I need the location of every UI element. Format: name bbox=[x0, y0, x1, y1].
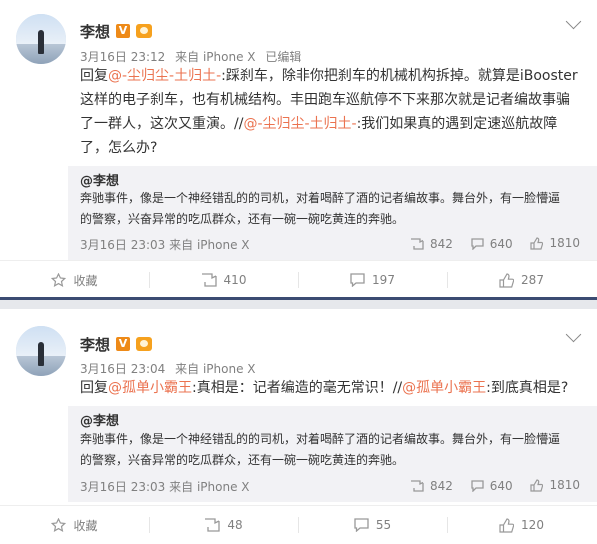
chevron-down-icon[interactable] bbox=[565, 326, 582, 343]
mention-link[interactable]: @孤单小霸王 bbox=[108, 380, 192, 396]
original-post[interactable]: @李想 奔驰事件，像是一个神经错乱的的司机，对着喝醉了酒的记者编故事。舞台外，有… bbox=[68, 166, 597, 260]
original-stats: 842 640 1810 bbox=[396, 236, 580, 253]
thumbs-up-icon bbox=[530, 236, 544, 250]
original-share-count: 842 bbox=[429, 236, 453, 251]
like-count: 287 bbox=[521, 273, 544, 287]
post-text: 回复@-尘归尘-土归土-:踩刹车，除非你把刹车的机械机构拆掉。就算是iBoost… bbox=[80, 64, 580, 160]
thumbs-up-icon bbox=[530, 478, 544, 492]
like-button[interactable]: 120 bbox=[447, 506, 596, 544]
post-time[interactable]: 3月16日 23:12 bbox=[80, 50, 165, 64]
share-icon bbox=[410, 237, 424, 250]
original-like[interactable]: 1810 bbox=[530, 236, 580, 250]
original-author[interactable]: @李想 bbox=[80, 170, 119, 189]
original-comment-count: 640 bbox=[489, 236, 513, 251]
comment-icon bbox=[350, 273, 365, 287]
thumbs-up-icon bbox=[499, 517, 515, 533]
favorite-button[interactable]: 收藏 bbox=[0, 506, 149, 544]
share-button[interactable]: 48 bbox=[149, 506, 298, 544]
vip-crown-icon bbox=[136, 337, 152, 351]
post-divider bbox=[0, 297, 597, 309]
avatar[interactable] bbox=[16, 14, 66, 64]
favorite-label: 收藏 bbox=[73, 273, 98, 288]
original-share[interactable]: 842 bbox=[410, 237, 453, 251]
share-count: 48 bbox=[227, 518, 243, 532]
reply-prefix: 回复 bbox=[80, 380, 108, 396]
verified-v-badge-icon: V bbox=[116, 24, 130, 38]
edited-label[interactable]: 已编辑 bbox=[265, 50, 301, 64]
comment-icon bbox=[354, 518, 369, 532]
original-meta: 3月16日 23:03 来自 iPhone X bbox=[80, 236, 250, 253]
post-source: 来自 iPhone X bbox=[175, 50, 256, 64]
post-time[interactable]: 3月16日 23:04 bbox=[80, 362, 165, 376]
action-bar: 收藏 410 197 287 bbox=[0, 260, 597, 299]
share-button[interactable]: 410 bbox=[149, 261, 298, 299]
vip-crown-icon bbox=[136, 24, 152, 38]
original-like-count: 1810 bbox=[549, 478, 580, 492]
original-share[interactable]: 842 bbox=[410, 479, 453, 493]
quoted-reply-body: :到底真相是? bbox=[486, 380, 569, 396]
original-comment-count: 640 bbox=[489, 478, 513, 493]
post-source: 来自 iPhone X bbox=[175, 362, 256, 376]
username[interactable]: 李想 bbox=[80, 21, 110, 42]
favorite-label: 收藏 bbox=[73, 518, 98, 533]
like-button[interactable]: 287 bbox=[447, 261, 596, 299]
original-stats: 842 640 1810 bbox=[396, 478, 580, 495]
share-icon bbox=[201, 273, 217, 287]
repost-separator: // bbox=[392, 380, 403, 396]
star-icon bbox=[51, 273, 67, 287]
original-comment[interactable]: 640 bbox=[471, 237, 513, 251]
original-meta: 3月16日 23:03 来自 iPhone X bbox=[80, 478, 250, 495]
thumbs-up-icon bbox=[499, 272, 515, 288]
share-count: 410 bbox=[223, 273, 247, 287]
post-meta: 3月16日 23:04 来自 iPhone X bbox=[80, 360, 262, 377]
action-bar: 收藏 48 55 120 bbox=[0, 505, 597, 544]
original-like-count: 1810 bbox=[549, 236, 580, 250]
username[interactable]: 李想 bbox=[80, 334, 110, 355]
comment-icon bbox=[471, 237, 484, 250]
reply-prefix: 回复 bbox=[80, 68, 108, 84]
post-text: 回复@孤单小霸王:真相是：记者编造的毫无常识！//@孤单小霸王:到底真相是? bbox=[80, 376, 580, 400]
favorite-button[interactable]: 收藏 bbox=[0, 261, 149, 299]
mention-link[interactable]: @-尘归尘-土归土- bbox=[108, 68, 221, 84]
comment-icon bbox=[471, 479, 484, 492]
original-text: 奔驰事件，像是一个神经错乱的的司机，对着喝醉了酒的记者编故事。舞台外，有一脸懵逼… bbox=[80, 432, 561, 467]
original-source: 来自 iPhone X bbox=[169, 480, 250, 494]
original-source: 来自 iPhone X bbox=[169, 238, 250, 252]
reply-body: :真相是：记者编造的毫无常识！ bbox=[192, 380, 393, 396]
weibo-post: 李想 V 3月16日 23:12 来自 iPhone X 已编辑 回复@-尘归尘… bbox=[0, 0, 597, 297]
share-icon bbox=[410, 479, 424, 492]
weibo-post: 李想 V 3月16日 23:04 来自 iPhone X 回复@孤单小霸王:真相… bbox=[0, 309, 597, 543]
comment-count: 197 bbox=[372, 273, 395, 287]
original-time[interactable]: 3月16日 23:03 bbox=[80, 238, 165, 252]
original-share-count: 842 bbox=[429, 478, 453, 493]
star-icon bbox=[51, 518, 67, 532]
original-text: 奔驰事件，像是一个神经错乱的的司机，对着喝醉了酒的记者编故事。舞台外，有一脸懵逼… bbox=[80, 191, 561, 226]
mention-link[interactable]: @-尘归尘-土归土- bbox=[243, 116, 356, 132]
post-meta: 3月16日 23:12 来自 iPhone X 已编辑 bbox=[80, 48, 307, 65]
original-author[interactable]: @李想 bbox=[80, 410, 119, 429]
chevron-down-icon[interactable] bbox=[565, 13, 582, 30]
verified-v-badge-icon: V bbox=[116, 337, 130, 351]
share-icon bbox=[205, 518, 221, 532]
avatar[interactable] bbox=[16, 326, 66, 376]
mention-link[interactable]: @孤单小霸王 bbox=[402, 380, 486, 396]
original-post[interactable]: @李想 奔驰事件，像是一个神经错乱的的司机，对着喝醉了酒的记者编故事。舞台外，有… bbox=[68, 406, 597, 502]
comment-count: 55 bbox=[375, 518, 392, 532]
original-like[interactable]: 1810 bbox=[530, 478, 580, 492]
original-comment[interactable]: 640 bbox=[471, 479, 513, 493]
comment-button[interactable]: 55 bbox=[298, 506, 447, 544]
comment-button[interactable]: 197 bbox=[298, 261, 447, 299]
original-time[interactable]: 3月16日 23:03 bbox=[80, 480, 165, 494]
like-count: 120 bbox=[521, 518, 544, 532]
